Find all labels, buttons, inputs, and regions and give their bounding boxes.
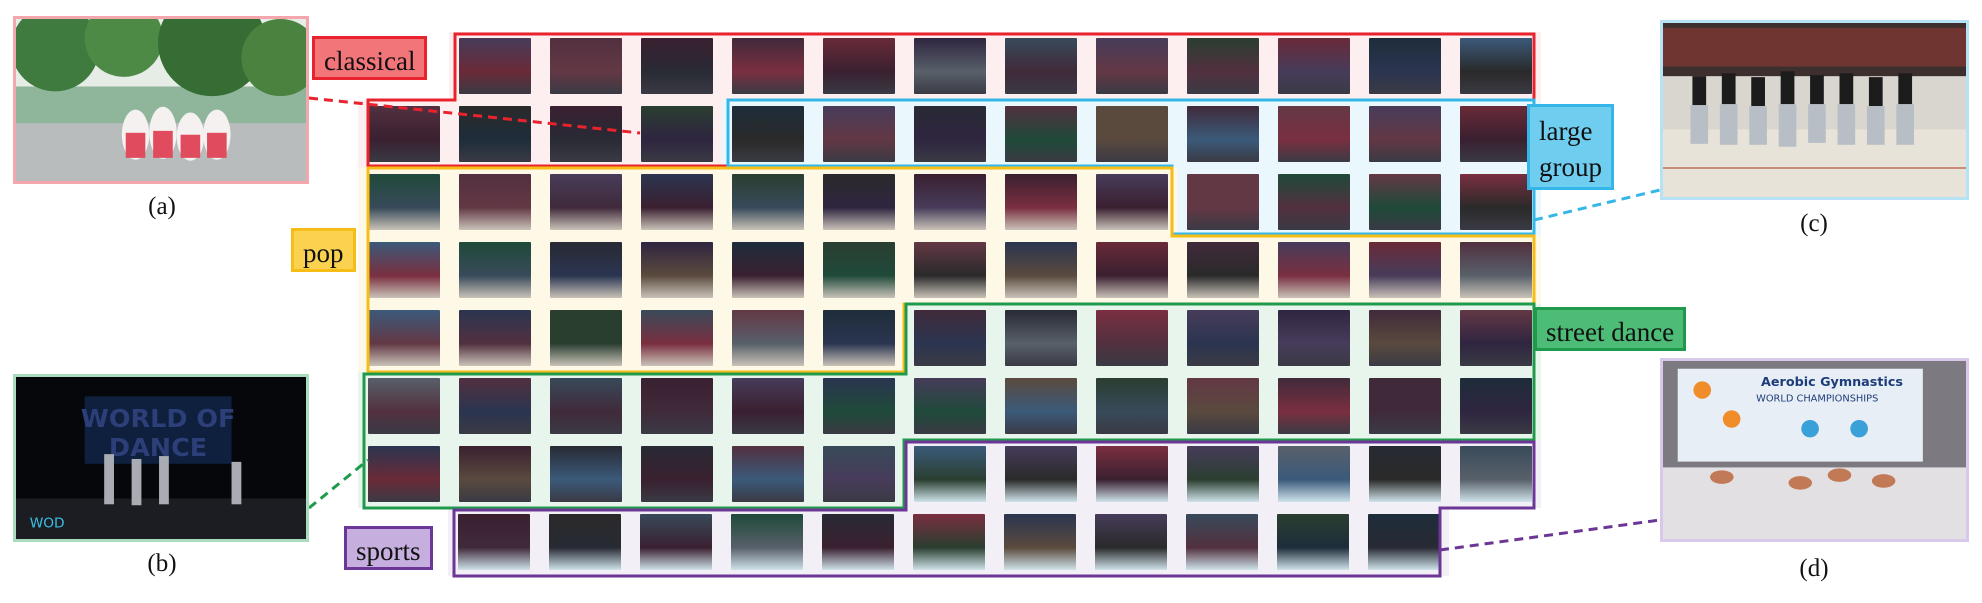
example-frame-c (1660, 20, 1969, 200)
label-street-dance: street dance (1534, 307, 1687, 351)
outline-pop (366, 166, 1536, 374)
caption-c: (c) (1800, 210, 1828, 237)
connector-d (1439, 518, 1661, 552)
label-classical: classical (312, 36, 428, 80)
caption-a: (a) (148, 193, 176, 220)
dance-genre-mosaic: classical large group pop street dance s… (0, 0, 1982, 603)
example-frame-d: Aerobic Gymnastics WORLD CHAMPIONSHIPS (1660, 358, 1969, 542)
caption-d: (d) (1799, 555, 1829, 582)
outline-street-dance (362, 302, 1536, 510)
svg-text:DANCE: DANCE (109, 433, 207, 462)
example-frame-a (13, 16, 309, 184)
svg-text:WORLD OF: WORLD OF (81, 404, 236, 433)
caption-b: (b) (147, 550, 177, 577)
label-large-group-line2: group (1539, 152, 1602, 182)
connector-a (308, 96, 641, 135)
connector-c (1533, 188, 1661, 222)
wod-watermark: WOD (30, 516, 65, 532)
label-pop: pop (291, 228, 356, 272)
label-large-group-line1: large (1539, 116, 1593, 146)
outline-sports (452, 440, 1536, 578)
label-large-group: large group (1527, 104, 1614, 190)
svg-text:Aerobic Gymnastics: Aerobic Gymnastics (1761, 374, 1903, 389)
svg-text:WORLD CHAMPIONSHIPS: WORLD CHAMPIONSHIPS (1756, 394, 1878, 405)
label-sports: sports (344, 526, 433, 570)
example-frame-b: WORLD OF DANCE WOD (13, 374, 309, 542)
connector-b (308, 458, 369, 510)
